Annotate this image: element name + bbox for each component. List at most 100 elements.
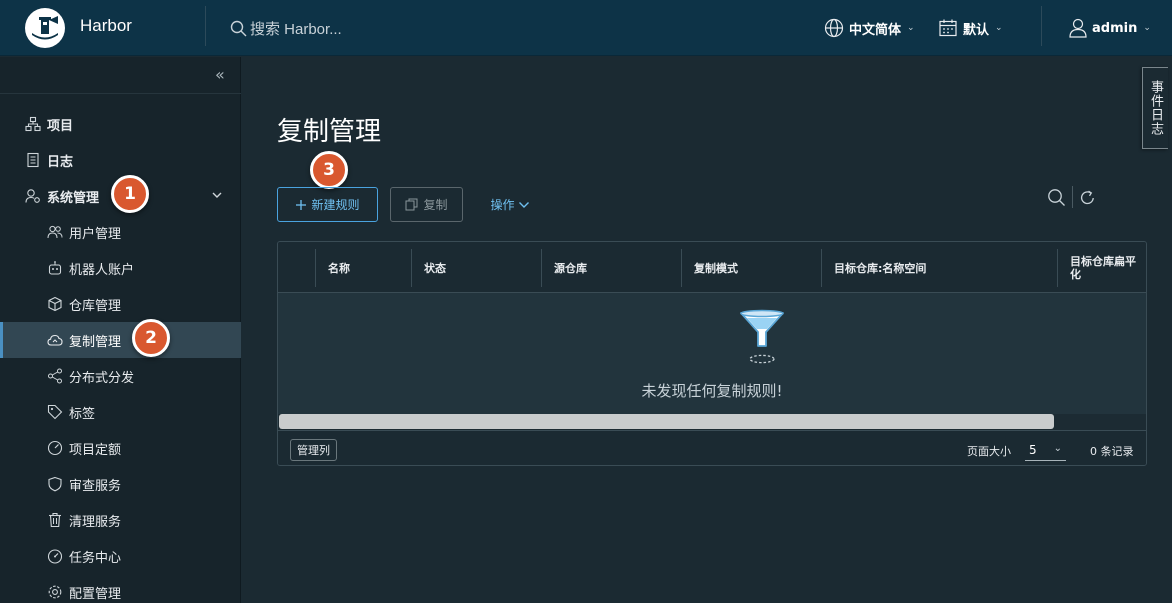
log-icon	[27, 152, 39, 168]
sidebar-item-label: 复制管理	[69, 334, 122, 350]
sidebar-item-label: 仓库管理	[69, 298, 122, 314]
gear-icon	[48, 585, 62, 599]
chevron-down-icon[interactable]	[211, 189, 223, 201]
sidebar-divider	[0, 93, 241, 94]
global-search[interactable]: 搜索 Harbor...	[230, 15, 342, 41]
sidebar-item-label: 日志	[47, 154, 74, 170]
scrollbar-thumb[interactable]	[279, 414, 1054, 429]
sidebar-item-job-service[interactable]: 任务中心	[0, 538, 241, 574]
dashboard-icon	[47, 549, 63, 564]
refresh-icon[interactable]	[1079, 189, 1096, 206]
sidebar-item-label: 任务中心	[69, 550, 122, 566]
language-label: 中文简体	[849, 22, 902, 38]
sidebar-item-logs[interactable]: 日志	[0, 142, 241, 178]
calendar-icon	[939, 19, 957, 37]
collapse-sidebar-icon[interactable]: «	[215, 65, 225, 84]
copy-label: 复制	[423, 198, 448, 212]
sidebar-item-clean-up[interactable]: 清理服务	[0, 502, 241, 538]
harbor-logo-icon[interactable]	[25, 8, 65, 48]
replication-rules-grid: 名称 状态 源仓库 复制模式 目标仓库:名称空间 目标仓库扁平化 未发现任何复制…	[277, 241, 1147, 466]
horizontal-scrollbar[interactable]	[278, 414, 1146, 430]
page-title: 复制管理	[277, 116, 382, 146]
actions-dropdown[interactable]: 操作	[482, 187, 538, 222]
sidebar-item-registries[interactable]: 仓库管理	[0, 286, 241, 322]
sidebar-item-label: 项目	[47, 118, 74, 134]
sidebar-item-label: 系统管理	[47, 190, 100, 206]
chevron-down-icon: ⌄	[1143, 23, 1151, 33]
search-input[interactable]: 搜索 Harbor...	[250, 18, 342, 39]
new-rule-label: 新建规则	[311, 198, 360, 212]
sidebar-item-users[interactable]: 用户管理	[0, 214, 241, 250]
sidebar-item-projects[interactable]: 项目	[0, 106, 241, 142]
quota-icon	[47, 440, 63, 456]
share-icon	[48, 368, 62, 384]
column-header-source-registry[interactable]: 源仓库	[542, 242, 587, 293]
projects-icon	[25, 116, 41, 132]
sidebar-item-label: 分布式分发	[69, 370, 135, 386]
users-icon	[47, 225, 63, 239]
user-icon	[1069, 18, 1087, 38]
sidebar-item-label: 审查服务	[69, 478, 122, 494]
tag-icon	[47, 404, 63, 420]
replication-icon	[47, 334, 63, 346]
empty-state-text: 未发现任何复制规则!	[641, 382, 783, 400]
event-log-label: 事件日志	[1148, 80, 1163, 136]
sidebar-item-replications[interactable]: 复制管理	[0, 322, 241, 358]
chevron-down-icon	[518, 201, 529, 208]
sidebar-item-label: 配置管理	[69, 586, 122, 602]
column-header-name[interactable]: 名称	[316, 242, 350, 293]
sidebar-item-label: 项目定额	[69, 442, 122, 458]
globe-icon	[824, 18, 844, 38]
chevron-down-icon: ⌄	[995, 23, 1003, 33]
trash-icon	[49, 512, 61, 528]
column-header-status[interactable]: 状态	[412, 242, 446, 293]
filter-icon	[740, 309, 784, 364]
header-divider	[1041, 6, 1042, 46]
registry-icon	[48, 296, 62, 312]
page-size-value: 5	[1029, 442, 1037, 457]
sidebar-item-label: 标签	[69, 406, 96, 422]
record-count: 0 条记录	[1090, 445, 1134, 458]
event-log-tab[interactable]: 事件日志	[1142, 67, 1168, 149]
app-header: Harbor 搜索 Harbor... 中文简体 ⌄ 默认 ⌄ admin ⌄	[0, 0, 1172, 56]
grid-toolbar	[1047, 186, 1096, 208]
username: admin	[1092, 20, 1138, 36]
date-format-label: 默认	[963, 22, 990, 38]
copy-button[interactable]: 复制	[390, 187, 463, 222]
sidebar: « 项目 日志 系统管理 用户管理 机器人账户 仓库管理 复制管理 分布式分发 …	[0, 57, 241, 603]
page-size-select[interactable]: 5 ⌄	[1025, 439, 1066, 461]
grid-footer: 管理列 页面大小 5 ⌄ 0 条记录	[278, 430, 1146, 465]
column-header-replication-mode[interactable]: 复制模式	[682, 242, 738, 293]
robot-icon	[48, 261, 62, 275]
column-header-destination-namespace[interactable]: 目标仓库:名称空间	[822, 242, 926, 293]
sidebar-item-label: 机器人账户	[69, 262, 135, 278]
new-replication-rule-button[interactable]: 新建规则	[277, 187, 378, 222]
search-icon	[230, 20, 247, 36]
grid-header: 名称 状态 源仓库 复制模式 目标仓库:名称空间 目标仓库扁平化	[278, 242, 1146, 293]
step-badge-2: 2	[132, 319, 170, 357]
sidebar-item-label: 清理服务	[69, 514, 122, 530]
date-format-selector[interactable]: 默认 ⌄	[938, 15, 1003, 41]
language-selector[interactable]: 中文简体 ⌄	[824, 15, 915, 41]
sidebar-item-distributions[interactable]: 分布式分发	[0, 358, 241, 394]
admin-icon	[25, 189, 40, 203]
sidebar-item-robot-accounts[interactable]: 机器人账户	[0, 250, 241, 286]
actions-label: 操作	[490, 198, 515, 212]
plus-icon	[296, 199, 307, 210]
sidebar-item-configuration[interactable]: 配置管理	[0, 574, 241, 603]
sidebar-item-labels[interactable]: 标签	[0, 394, 241, 430]
manage-columns-button[interactable]: 管理列	[290, 439, 337, 461]
sidebar-item-interrogation-services[interactable]: 审查服务	[0, 466, 241, 502]
page-size-label: 页面大小	[967, 445, 1011, 458]
chevron-down-icon: ⌄	[1053, 443, 1062, 454]
toolbar-divider	[1072, 186, 1073, 208]
user-menu[interactable]: admin ⌄	[1069, 15, 1151, 41]
search-icon[interactable]	[1047, 188, 1066, 207]
header-divider	[205, 6, 206, 46]
app-name[interactable]: Harbor	[80, 16, 132, 36]
sidebar-item-project-quotas[interactable]: 项目定额	[0, 430, 241, 466]
column-header-flattening[interactable]: 目标仓库扁平化	[1058, 242, 1146, 293]
step-badge-1: 1	[111, 175, 149, 213]
shield-icon	[48, 476, 62, 492]
step-badge-3: 3	[310, 151, 348, 189]
